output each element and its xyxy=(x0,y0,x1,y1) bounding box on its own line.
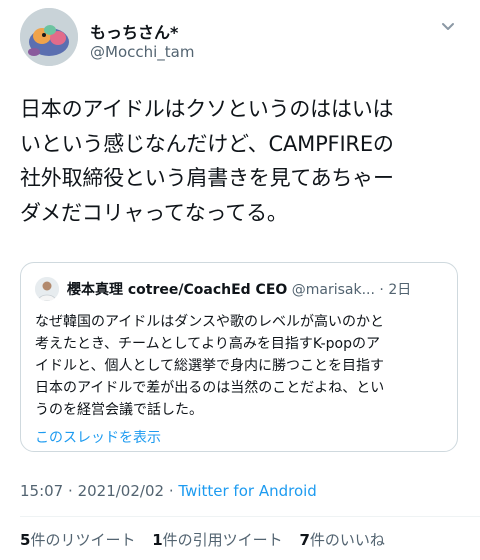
person-avatar-icon xyxy=(35,277,59,301)
tweet-date[interactable]: 2021/02/02 xyxy=(78,482,164,500)
retweets-count: 5 xyxy=(20,531,31,549)
retweets-stat[interactable]: 5件のリツイート xyxy=(20,531,135,549)
author-display-name[interactable]: もっちさん* xyxy=(90,19,178,43)
quoted-separator: · xyxy=(379,282,384,298)
quoted-tweet-text: なぜ韓国のアイドルはダンスや歌のレベルが高いのかと 考えたとき、チームとしてより… xyxy=(35,314,385,418)
tweet-time[interactable]: 15:07 xyxy=(20,482,63,500)
quoted-timestamp: 2日 xyxy=(388,282,412,298)
quoted-tweet-header: 櫻本真理 cotree/CoachEd CEO @marisak... · 2日 xyxy=(67,279,447,299)
tweet-metadata: 15:07 · 2021/02/02 · Twitter for Android xyxy=(20,482,317,500)
tweet-source-link[interactable]: Twitter for Android xyxy=(178,482,316,500)
author-handle[interactable]: @Mocchi_tam xyxy=(90,43,194,61)
quoted-author-handle: @marisak... xyxy=(291,282,375,298)
quotes-count: 1 xyxy=(152,531,163,549)
quotes-label: 件の引用ツイート xyxy=(162,531,283,549)
retweets-label: 件のリツイート xyxy=(30,531,136,549)
plush-toy-avatar-icon xyxy=(20,8,78,66)
likes-label: 件のいいね xyxy=(309,531,385,549)
meta-separator: · xyxy=(168,482,174,500)
quoted-tweet-card[interactable]: 櫻本真理 cotree/CoachEd CEO @marisak... · 2日… xyxy=(20,262,458,452)
divider xyxy=(20,516,480,517)
quote-tweets-stat[interactable]: 1件の引用ツイート xyxy=(152,531,282,549)
quoted-author-name: 櫻本真理 cotree/CoachEd CEO xyxy=(67,282,288,298)
tweet-text: 日本のアイドルはクソというのははいは いという感じなんだけど、CAMPFIREの… xyxy=(20,97,394,225)
show-thread-link[interactable]: このスレッドを表示 xyxy=(35,427,161,447)
engagement-stats: 5件のリツイート 1件の引用ツイート 7件のいいね xyxy=(20,529,397,550)
tweet-header: もっちさん* @Mocchi_tam xyxy=(20,8,460,70)
quoted-avatar xyxy=(35,277,59,301)
likes-count: 7 xyxy=(299,531,310,549)
likes-stat[interactable]: 7件のいいね xyxy=(299,531,384,549)
avatar[interactable] xyxy=(20,8,78,66)
chevron-down-icon[interactable] xyxy=(438,16,458,36)
meta-separator: · xyxy=(68,482,73,500)
